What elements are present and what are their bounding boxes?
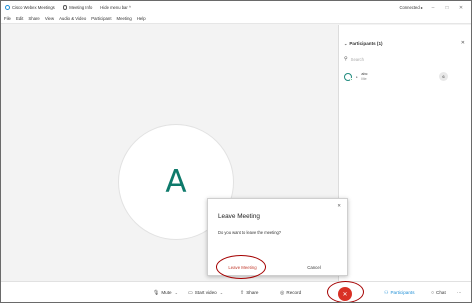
dialog-title: Leave Meeting [218, 213, 260, 220]
participants-label: Participants [390, 290, 415, 295]
close-icon[interactable]: ✕ [337, 203, 341, 209]
menu-file[interactable]: File [4, 16, 11, 21]
menu-meeting[interactable]: Meeting [117, 16, 132, 21]
chevron-down-icon[interactable]: ⌄ [175, 290, 178, 295]
menu-bar: File Edit Share View Audio & Video Parti… [1, 14, 471, 24]
meeting-toolbar: 🎙︎ Mute ⌄ ▭ Start video ⌄ ⇧ Share ◎ Reco… [1, 281, 471, 302]
participants-icon: ⚇ [384, 289, 389, 296]
mute-button[interactable]: 🎙︎ Mute ⌄ [153, 287, 178, 298]
menu-edit[interactable]: Edit [16, 16, 23, 21]
cancel-button[interactable]: Cancel [298, 262, 330, 272]
participant-sub: Me [361, 77, 367, 81]
connected-label: Connected [399, 5, 420, 10]
webex-logo-icon [5, 5, 10, 10]
title-bar: Cisco Webex Meetings Meeting Info Hide m… [1, 1, 471, 14]
search-icon: ⚲ [344, 56, 348, 62]
record-label: Record [286, 290, 302, 295]
status-dot [349, 77, 353, 81]
title-right: Connected ▸ – □ ✕ [399, 1, 465, 14]
leave-meeting-dialog: ✕ Leave Meeting Do you want to leave the… [207, 198, 348, 276]
meeting-info-label: Meeting Info [69, 5, 93, 10]
maximize-icon[interactable]: □ [443, 5, 451, 11]
search-input[interactable]: ⚲ Search [344, 55, 466, 63]
chat-label: Chat [436, 290, 446, 295]
record-icon: ◎ [280, 289, 285, 296]
end-call-icon: ✕ [342, 291, 348, 298]
dialog-message: Do you want to leave the meeting? [218, 230, 282, 235]
record-button[interactable]: ◎ Record [280, 287, 301, 298]
chevron-down-icon: ⌄ [344, 41, 348, 46]
mic-icon: 🎙︎ [153, 289, 160, 296]
close-icon[interactable]: ✕ [457, 5, 465, 11]
app-title: Cisco Webex Meetings [12, 5, 55, 10]
app-title-item[interactable]: Cisco Webex Meetings [5, 5, 55, 10]
chevron-right-icon: ▸ [420, 5, 423, 10]
list-item[interactable]: ⚬ abc Me 6 [344, 69, 466, 85]
video-icon: ▭ [188, 289, 193, 296]
menu-help[interactable]: Help [137, 16, 146, 21]
menu-audio-video[interactable]: Audio & Video [59, 16, 86, 21]
chat-button[interactable]: ○ Chat [431, 287, 446, 298]
share-icon: ⇧ [240, 289, 245, 296]
minimize-icon[interactable]: – [429, 5, 437, 11]
start-video-label: Start video [194, 290, 217, 295]
share-button[interactable]: ⇧ Share [240, 287, 258, 298]
participants-button[interactable]: ⚇ Participants [384, 287, 415, 298]
webex-window: Cisco Webex Meetings Meeting Info Hide m… [0, 0, 472, 303]
participants-header[interactable]: ⌄ Participants (1) [344, 41, 383, 46]
menu-participant[interactable]: Participant [91, 16, 111, 21]
meeting-info-button[interactable]: Meeting Info [62, 5, 93, 10]
more-button[interactable]: ··· [457, 287, 462, 298]
more-icon: ··· [457, 290, 462, 295]
close-icon[interactable]: ✕ [461, 40, 465, 46]
participants-panel: ⌄ Participants (1) ✕ ⚲ Search ⚬ abc Me 6 [338, 25, 471, 281]
mute-label: Mute [161, 290, 172, 295]
participant-name-text: abc [361, 72, 368, 77]
search-placeholder: Search [350, 56, 364, 62]
status-badge: 6 [439, 72, 448, 81]
hide-menu-button[interactable]: Hide menu bar ^ [100, 5, 131, 10]
info-icon [62, 5, 68, 10]
share-label: Share [246, 290, 259, 295]
chevron-down-icon[interactable]: ⌄ [220, 290, 223, 295]
avatar [344, 73, 353, 81]
connection-status[interactable]: Connected ▸ [399, 5, 423, 10]
mic-icon: ⚬ [355, 74, 359, 80]
avatar-letter: A [165, 164, 187, 200]
hide-menu-label: Hide menu bar ^ [100, 5, 131, 10]
end-call-button[interactable]: ✕ [338, 287, 352, 301]
start-video-button[interactable]: ▭ Start video ⌄ [188, 287, 223, 298]
menu-view[interactable]: View [45, 16, 54, 21]
participants-title: Participants (1) [349, 41, 383, 46]
leave-meeting-button[interactable]: Leave Meeting [223, 262, 262, 272]
participant-name: abc Me [361, 72, 367, 81]
chat-icon: ○ [431, 289, 435, 296]
menu-share[interactable]: Share [28, 16, 39, 21]
